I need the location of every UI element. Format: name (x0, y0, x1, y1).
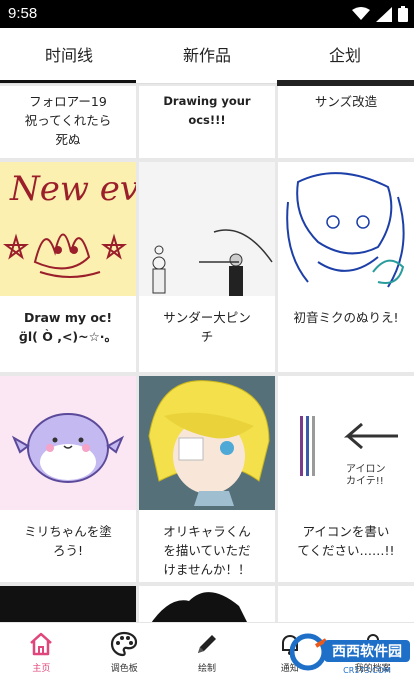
artwork-card[interactable]: 初音ミクのぬりえ! (278, 162, 414, 372)
artwork-thumbnail (139, 162, 275, 296)
status-icons (352, 6, 408, 22)
artwork-card[interactable]: アイロン カイテ!! アイコンを書い てください……!! (278, 376, 414, 582)
artwork-caption: フォロアー19 祝ってくれたら 死ぬ (24, 94, 112, 147)
artwork-thumbnail (139, 376, 275, 510)
artwork-card[interactable]: Drawing your ocs!!! (139, 86, 275, 158)
nav-palette[interactable]: 调色板 (83, 623, 166, 678)
signal-icon (376, 6, 392, 22)
artwork-caption: サンダー大ピンチ (163, 310, 251, 344)
wifi-icon (352, 7, 370, 20)
artwork-card[interactable]: サンダー大ピンチ (139, 162, 275, 372)
artwork-thumbnail (278, 162, 414, 296)
archer-drawing (139, 162, 275, 296)
palette-icon (111, 631, 138, 657)
nav-home[interactable]: 主页 (0, 623, 83, 678)
artwork-caption: アイコンを書い てください……!! (297, 524, 395, 558)
battery-icon (398, 6, 408, 22)
nav-palette-label: 调色板 (110, 664, 138, 674)
nav-draw[interactable]: 绘制 (166, 623, 249, 678)
artwork-card[interactable]: ミリちゃんを塗 ろう! (0, 376, 136, 582)
watermark-logo: 西西软件园 CR173.COM (290, 633, 410, 675)
icon-request-drawing: アイロン カイテ!! (300, 416, 398, 487)
artwork-caption: サンズ改造 (314, 94, 378, 109)
artwork-art-text: New event! (9, 169, 136, 209)
watermark-text: 西西软件园 (332, 643, 402, 660)
artwork-card[interactable]: サンズ改造 (278, 86, 414, 158)
svg-text:アイロン カイテ!!: アイロン カイテ!! (346, 464, 389, 487)
blonde-character-drawing (139, 376, 275, 510)
status-bar: 9:58 (0, 0, 414, 28)
artwork-card[interactable] (0, 586, 136, 626)
pencil-icon (197, 635, 216, 653)
artwork-caption: ミリちゃんを塗 ろう! (24, 524, 112, 558)
nav-home-label: 主页 (32, 664, 51, 674)
tab-timeline[interactable]: 时间线 (0, 28, 138, 84)
whale-drawing (11, 413, 125, 483)
miku-lineart-drawing (286, 172, 405, 288)
tab-new-works[interactable]: 新作品 (138, 28, 276, 84)
watermark-subtext: CR173.COM (343, 666, 391, 675)
top-tabs: 时间线 新作品 企划 (0, 28, 414, 84)
home-icon (30, 632, 53, 656)
artwork-card[interactable]: フォロアー19 祝ってくれたら 死ぬ (0, 86, 136, 158)
artwork-caption: 初音ミクのぬりえ! (293, 310, 399, 325)
artwork-thumbnail: New event! (0, 162, 136, 296)
artwork-thumbnail (0, 376, 136, 510)
artwork-card[interactable] (139, 586, 275, 626)
new-event-drawing: New event! (2, 169, 136, 278)
artwork-thumbnail (149, 592, 249, 626)
artwork-thumbnail: アイロン カイテ!! (278, 376, 414, 510)
artwork-caption: Draw my oc! ɡ̈l( Ò ,<)~☆·。 (18, 310, 118, 344)
artwork-card[interactable]: オリキャラくん を描いていただ けませんか！！ (139, 376, 275, 582)
artwork-caption: Drawing your ocs!!! (163, 94, 251, 127)
status-time: 9:58 (8, 5, 38, 22)
tab-projects[interactable]: 企划 (276, 28, 414, 84)
artwork-caption: オリキャラくん を描いていただ けませんか！！ (163, 524, 251, 577)
artwork-card[interactable] (278, 586, 414, 626)
nav-draw-label: 绘制 (197, 664, 216, 674)
artwork-card[interactable]: New event! Draw my oc! ɡ̈l( Ò ,<)~☆·。 (0, 162, 136, 372)
